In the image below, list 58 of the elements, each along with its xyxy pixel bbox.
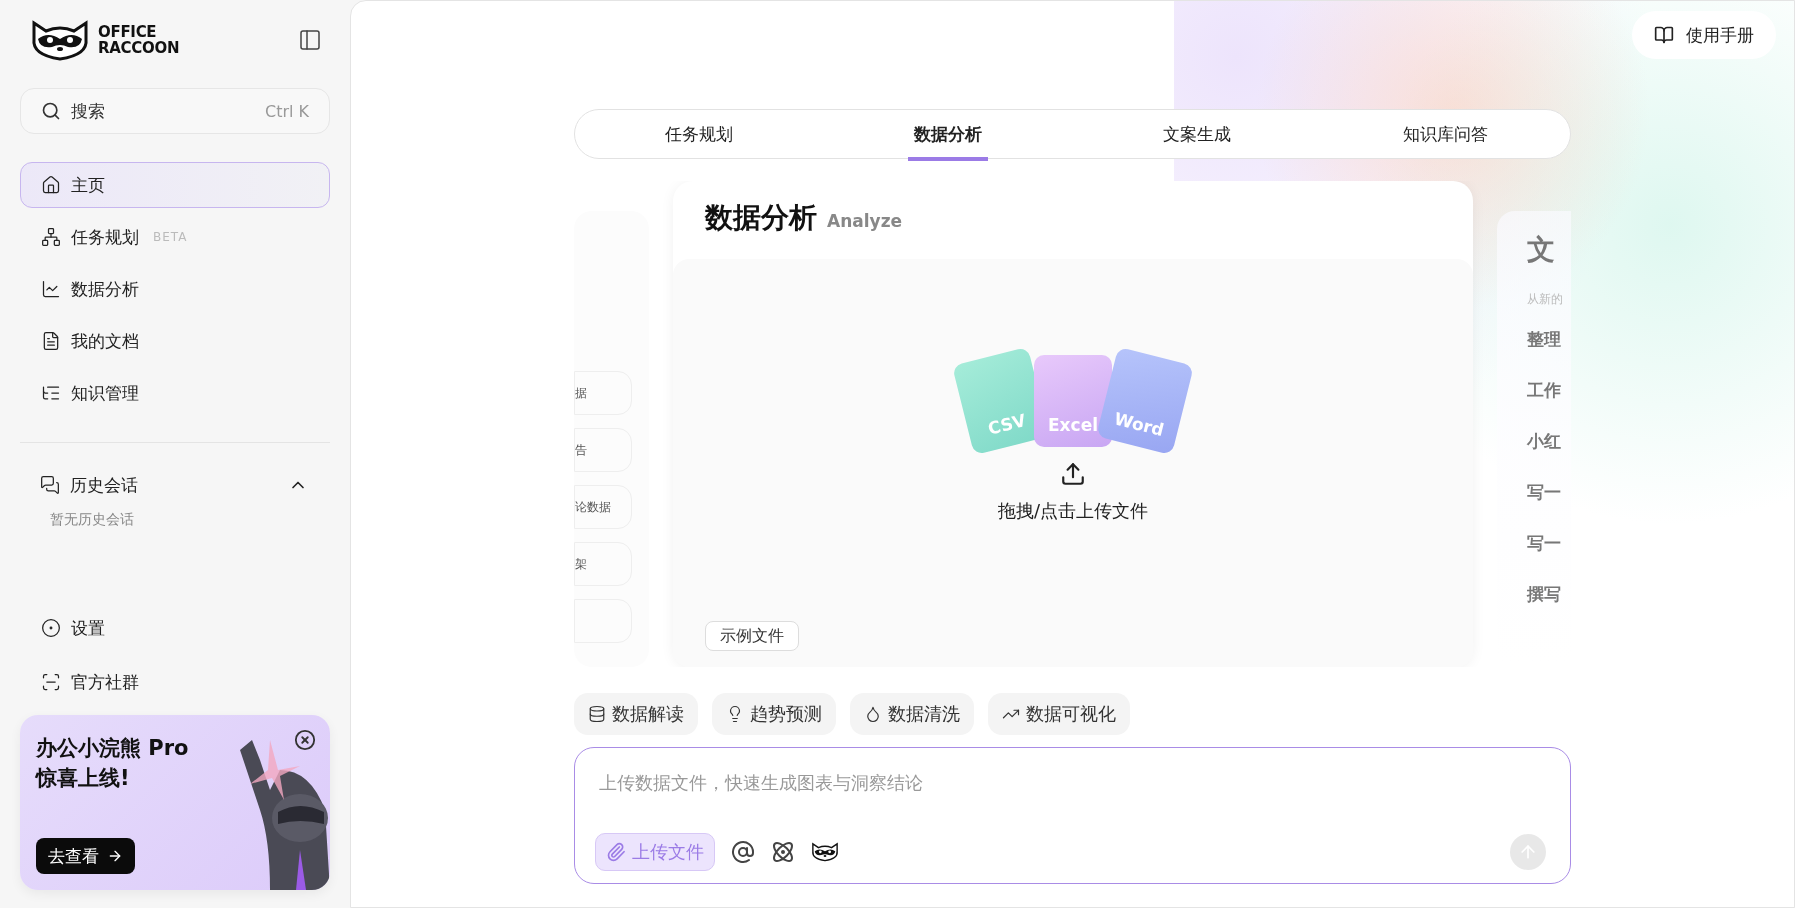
promo-title: 办公小浣熊 Pro 惊喜上线! bbox=[36, 735, 190, 792]
search-field[interactable]: 搜索 Ctrl K bbox=[20, 88, 330, 134]
arrow-right-icon bbox=[107, 848, 123, 864]
prompt-item[interactable]: 工作 bbox=[1527, 379, 1571, 402]
nav-item[interactable]: 我的文档 bbox=[20, 318, 330, 364]
mention-icon[interactable] bbox=[731, 840, 755, 864]
nav-item[interactable]: 数据分析 bbox=[20, 266, 330, 312]
atom-icon[interactable] bbox=[771, 840, 795, 864]
tab[interactable]: 知识库问答 bbox=[1321, 110, 1570, 162]
upload-text: 拖拽/点击上传文件 bbox=[997, 499, 1149, 523]
prompt-item[interactable]: 整理 bbox=[1527, 328, 1571, 351]
upload-icon bbox=[1060, 461, 1086, 487]
card-title: 数据分析 bbox=[705, 200, 817, 236]
raccoon-icon[interactable] bbox=[811, 842, 839, 862]
suggestion-chip[interactable]: 数据可视化 bbox=[988, 693, 1130, 735]
upload-dropzone[interactable]: CSV Excel Word 拖拽/点击上传文件 示例文件 bbox=[673, 259, 1473, 667]
sidebar-toggle-icon[interactable] bbox=[298, 28, 322, 52]
card-subtitle: Analyze bbox=[827, 211, 903, 231]
prompt-pill[interactable]: 论数据 bbox=[574, 485, 632, 529]
prompt-pill[interactable]: 据 bbox=[574, 371, 632, 415]
book-icon bbox=[1654, 25, 1674, 45]
logo-text: OFFICE RACCOON bbox=[98, 24, 180, 56]
message-input[interactable]: 上传数据文件，快速生成图表与洞察结论 bbox=[595, 772, 1546, 793]
close-icon[interactable] bbox=[294, 729, 316, 751]
history-header[interactable]: 历史会话 bbox=[20, 463, 330, 507]
prompt-item[interactable]: 写一 bbox=[1527, 532, 1571, 555]
card-title: 文 bbox=[1527, 232, 1556, 268]
file-type-icon: Word bbox=[1096, 346, 1194, 456]
beta-label: BETA bbox=[153, 230, 188, 244]
prompt-item[interactable]: 小红 bbox=[1527, 430, 1571, 453]
nav-item[interactable]: 主页 bbox=[20, 162, 330, 208]
sample-file-button[interactable]: 示例文件 bbox=[705, 621, 799, 651]
tab[interactable]: 文案生成 bbox=[1072, 110, 1322, 162]
prompt-pill[interactable]: 架 bbox=[574, 542, 632, 586]
suggestion-chip[interactable]: 数据清洗 bbox=[850, 693, 974, 735]
nav-item[interactable]: 设置 bbox=[20, 605, 330, 651]
suggestion-chip[interactable]: 趋势预测 bbox=[712, 693, 836, 735]
manual-button[interactable]: 使用手册 bbox=[1632, 11, 1776, 59]
search-label: 搜索 bbox=[71, 99, 105, 123]
card-subtitle: 从新的 bbox=[1527, 291, 1564, 308]
tab[interactable]: 数据分析 bbox=[823, 110, 1073, 162]
empty-history-text: 暂无历史会话 bbox=[49, 511, 135, 529]
shortcut-hint: Ctrl K bbox=[264, 101, 309, 121]
search-icon bbox=[41, 101, 61, 121]
nav-item[interactable]: 知识管理 bbox=[20, 370, 330, 416]
history-title: 历史会话 bbox=[70, 473, 138, 497]
chat-icon bbox=[40, 475, 60, 495]
view-button[interactable]: 去查看 bbox=[36, 838, 135, 874]
tab[interactable]: 任务规划 bbox=[575, 110, 824, 162]
nav-item[interactable]: 任务规划 BETA bbox=[20, 214, 330, 260]
prompt-item[interactable]: 写一 bbox=[1527, 481, 1571, 504]
paperclip-icon bbox=[606, 842, 626, 862]
prompt-item[interactable]: 撰写 bbox=[1527, 583, 1571, 606]
suggestion-chip[interactable]: 数据解读 bbox=[574, 693, 698, 735]
nav-item[interactable]: 官方社群 bbox=[20, 659, 330, 705]
prompt-pill[interactable]: 告 bbox=[574, 428, 632, 472]
file-type-icon: Excel bbox=[1034, 355, 1112, 447]
raccoon-logo-icon bbox=[30, 19, 90, 61]
